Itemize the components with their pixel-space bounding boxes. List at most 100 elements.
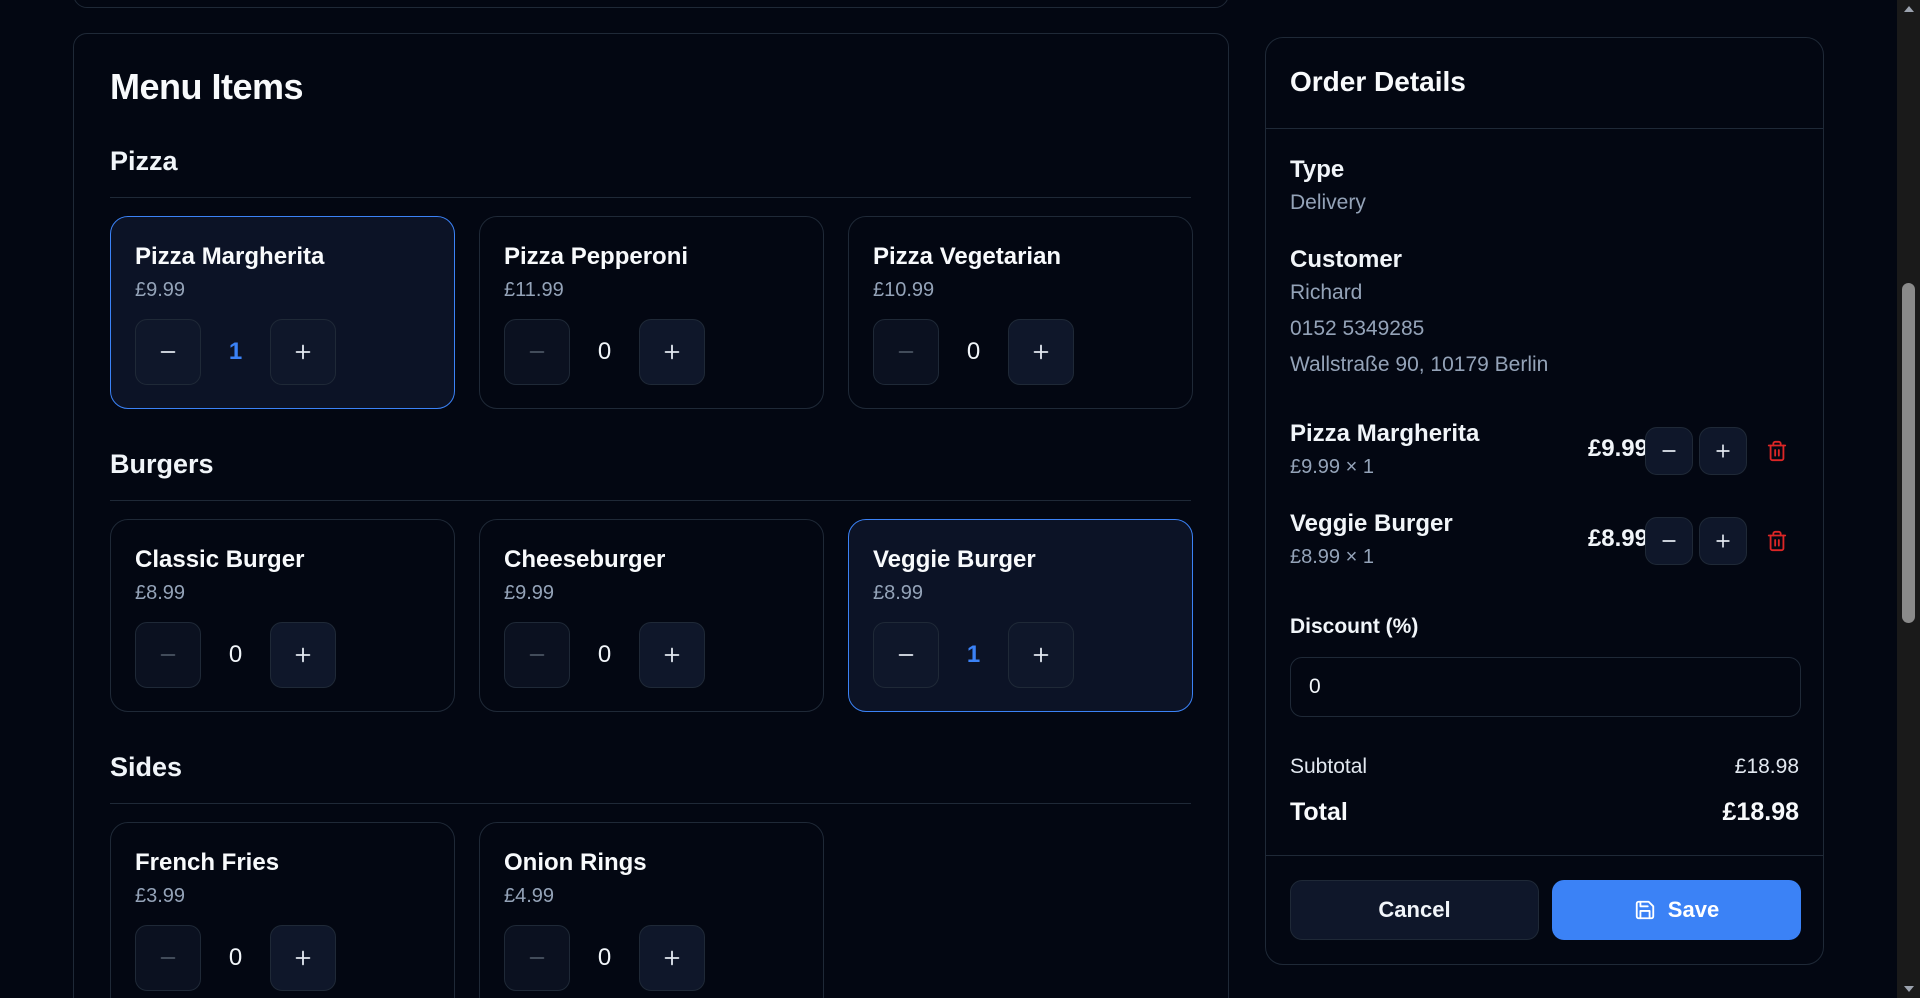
category-divider bbox=[110, 500, 1191, 501]
trash-icon bbox=[1767, 530, 1787, 552]
subtotal-label: Subtotal bbox=[1290, 755, 1368, 778]
order-item-increase-button[interactable] bbox=[1699, 517, 1747, 565]
menu-item-card[interactable]: Pizza Vegetarian £10.99 0 bbox=[848, 216, 1193, 409]
item-price: £9.99 bbox=[135, 279, 186, 301]
increase-quantity-button[interactable] bbox=[1008, 319, 1074, 385]
customer-address: Wallstraße 90, 10179 Berlin bbox=[1290, 353, 1549, 376]
category-divider bbox=[110, 803, 1191, 804]
item-quantity: 1 bbox=[228, 338, 243, 365]
menu-item-card[interactable]: Pizza Margherita £9.99 1 bbox=[110, 216, 455, 409]
decrease-quantity-button[interactable] bbox=[135, 622, 201, 688]
item-price: £10.99 bbox=[873, 279, 935, 301]
item-quantity: 0 bbox=[228, 641, 243, 668]
minus-icon bbox=[529, 654, 545, 656]
decrease-quantity-button[interactable] bbox=[504, 925, 570, 991]
item-name: Pizza Vegetarian bbox=[873, 243, 1062, 270]
plus-icon bbox=[1033, 344, 1049, 360]
menu-title: Menu Items bbox=[110, 66, 304, 107]
menu-item-card[interactable]: Classic Burger £8.99 0 bbox=[110, 519, 455, 712]
order-details-title: Order Details bbox=[1290, 66, 1466, 97]
item-name: Classic Burger bbox=[135, 546, 305, 573]
minus-icon bbox=[898, 654, 914, 656]
plus-icon bbox=[1033, 647, 1049, 663]
item-quantity: 1 bbox=[966, 641, 981, 668]
order-item-decrease-button[interactable] bbox=[1645, 427, 1693, 475]
minus-icon bbox=[529, 957, 545, 959]
scroll-down-arrow-icon[interactable] bbox=[1897, 980, 1920, 998]
item-price: £11.99 bbox=[504, 279, 564, 301]
discount-label: Discount (%) bbox=[1290, 615, 1419, 638]
menu-item-card[interactable]: Onion Rings £4.99 0 bbox=[479, 822, 824, 998]
order-details-panel: Order Details Type Delivery Customer Ric… bbox=[1265, 37, 1824, 965]
increase-quantity-button[interactable] bbox=[270, 925, 336, 991]
decrease-quantity-button[interactable] bbox=[873, 319, 939, 385]
increase-quantity-button[interactable] bbox=[639, 622, 705, 688]
increase-quantity-button[interactable] bbox=[639, 319, 705, 385]
order-item-increase-button[interactable] bbox=[1699, 427, 1747, 475]
increase-quantity-button[interactable] bbox=[1008, 622, 1074, 688]
order-item-remove-button[interactable] bbox=[1763, 527, 1791, 555]
item-quantity: 0 bbox=[597, 944, 612, 971]
increase-quantity-button[interactable] bbox=[270, 622, 336, 688]
customer-phone: 0152 5349285 bbox=[1290, 317, 1425, 340]
decrease-quantity-button[interactable] bbox=[873, 622, 939, 688]
cancel-button[interactable]: Cancel bbox=[1290, 880, 1539, 940]
decrease-quantity-button[interactable] bbox=[135, 319, 201, 385]
order-item-name: Pizza Margherita bbox=[1290, 420, 1480, 447]
item-name: French Fries bbox=[135, 849, 280, 876]
increase-quantity-button[interactable] bbox=[270, 319, 336, 385]
item-price: £8.99 bbox=[873, 582, 924, 604]
order-header-divider bbox=[1266, 128, 1823, 129]
plus-icon bbox=[664, 950, 680, 966]
item-name: Pizza Pepperoni bbox=[504, 243, 689, 270]
menu-item-card[interactable]: Cheeseburger £9.99 0 bbox=[479, 519, 824, 712]
previous-card-edge bbox=[73, 0, 1229, 8]
minus-icon bbox=[1662, 540, 1676, 542]
item-price: £4.99 bbox=[504, 885, 555, 907]
order-footer-divider bbox=[1266, 855, 1823, 856]
scroll-up-arrow-icon[interactable] bbox=[1897, 0, 1920, 18]
decrease-quantity-button[interactable] bbox=[504, 319, 570, 385]
save-button-label: Save bbox=[1667, 897, 1720, 922]
subtotal-value: £18.98 bbox=[1734, 755, 1799, 778]
order-item-total: £8.99 bbox=[1587, 525, 1648, 552]
item-quantity: 0 bbox=[966, 338, 981, 365]
decrease-quantity-button[interactable] bbox=[504, 622, 570, 688]
order-item-name: Veggie Burger bbox=[1290, 510, 1453, 537]
minus-icon bbox=[160, 957, 176, 959]
menu-item-card[interactable]: Veggie Burger £8.99 1 bbox=[848, 519, 1193, 712]
order-item-decrease-button[interactable] bbox=[1645, 517, 1693, 565]
customer-name: Richard bbox=[1290, 281, 1363, 304]
order-type-value: Delivery bbox=[1290, 191, 1366, 214]
item-name: Pizza Margherita bbox=[135, 243, 325, 270]
save-button[interactable]: Save bbox=[1552, 880, 1801, 940]
minus-icon bbox=[160, 351, 176, 353]
item-price: £9.99 bbox=[504, 582, 555, 604]
scrollbar-thumb[interactable] bbox=[1902, 283, 1915, 623]
customer-label: Customer bbox=[1290, 246, 1403, 273]
plus-icon bbox=[295, 344, 311, 360]
minus-icon bbox=[160, 654, 176, 656]
plus-icon bbox=[1716, 444, 1730, 458]
menu-item-card[interactable]: Pizza Pepperoni £11.99 0 bbox=[479, 216, 824, 409]
total-value: £18.98 bbox=[1722, 798, 1799, 826]
category-title-burgers: Burgers bbox=[110, 449, 214, 479]
page-scrollbar[interactable] bbox=[1897, 0, 1920, 998]
total-label: Total bbox=[1290, 798, 1348, 826]
category-divider bbox=[110, 197, 1191, 198]
category-title-pizza: Pizza bbox=[110, 146, 178, 176]
discount-input[interactable] bbox=[1290, 657, 1801, 717]
order-type-label: Type bbox=[1290, 156, 1345, 183]
increase-quantity-button[interactable] bbox=[639, 925, 705, 991]
item-quantity: 0 bbox=[597, 641, 612, 668]
category-title-sides: Sides bbox=[110, 752, 183, 782]
plus-icon bbox=[664, 647, 680, 663]
order-item-remove-button[interactable] bbox=[1763, 437, 1791, 465]
plus-icon bbox=[664, 344, 680, 360]
menu-item-card[interactable]: French Fries £3.99 0 bbox=[110, 822, 455, 998]
item-name: Veggie Burger bbox=[873, 546, 1036, 573]
plus-icon bbox=[295, 647, 311, 663]
item-quantity: 0 bbox=[228, 944, 243, 971]
minus-icon bbox=[898, 351, 914, 353]
decrease-quantity-button[interactable] bbox=[135, 925, 201, 991]
